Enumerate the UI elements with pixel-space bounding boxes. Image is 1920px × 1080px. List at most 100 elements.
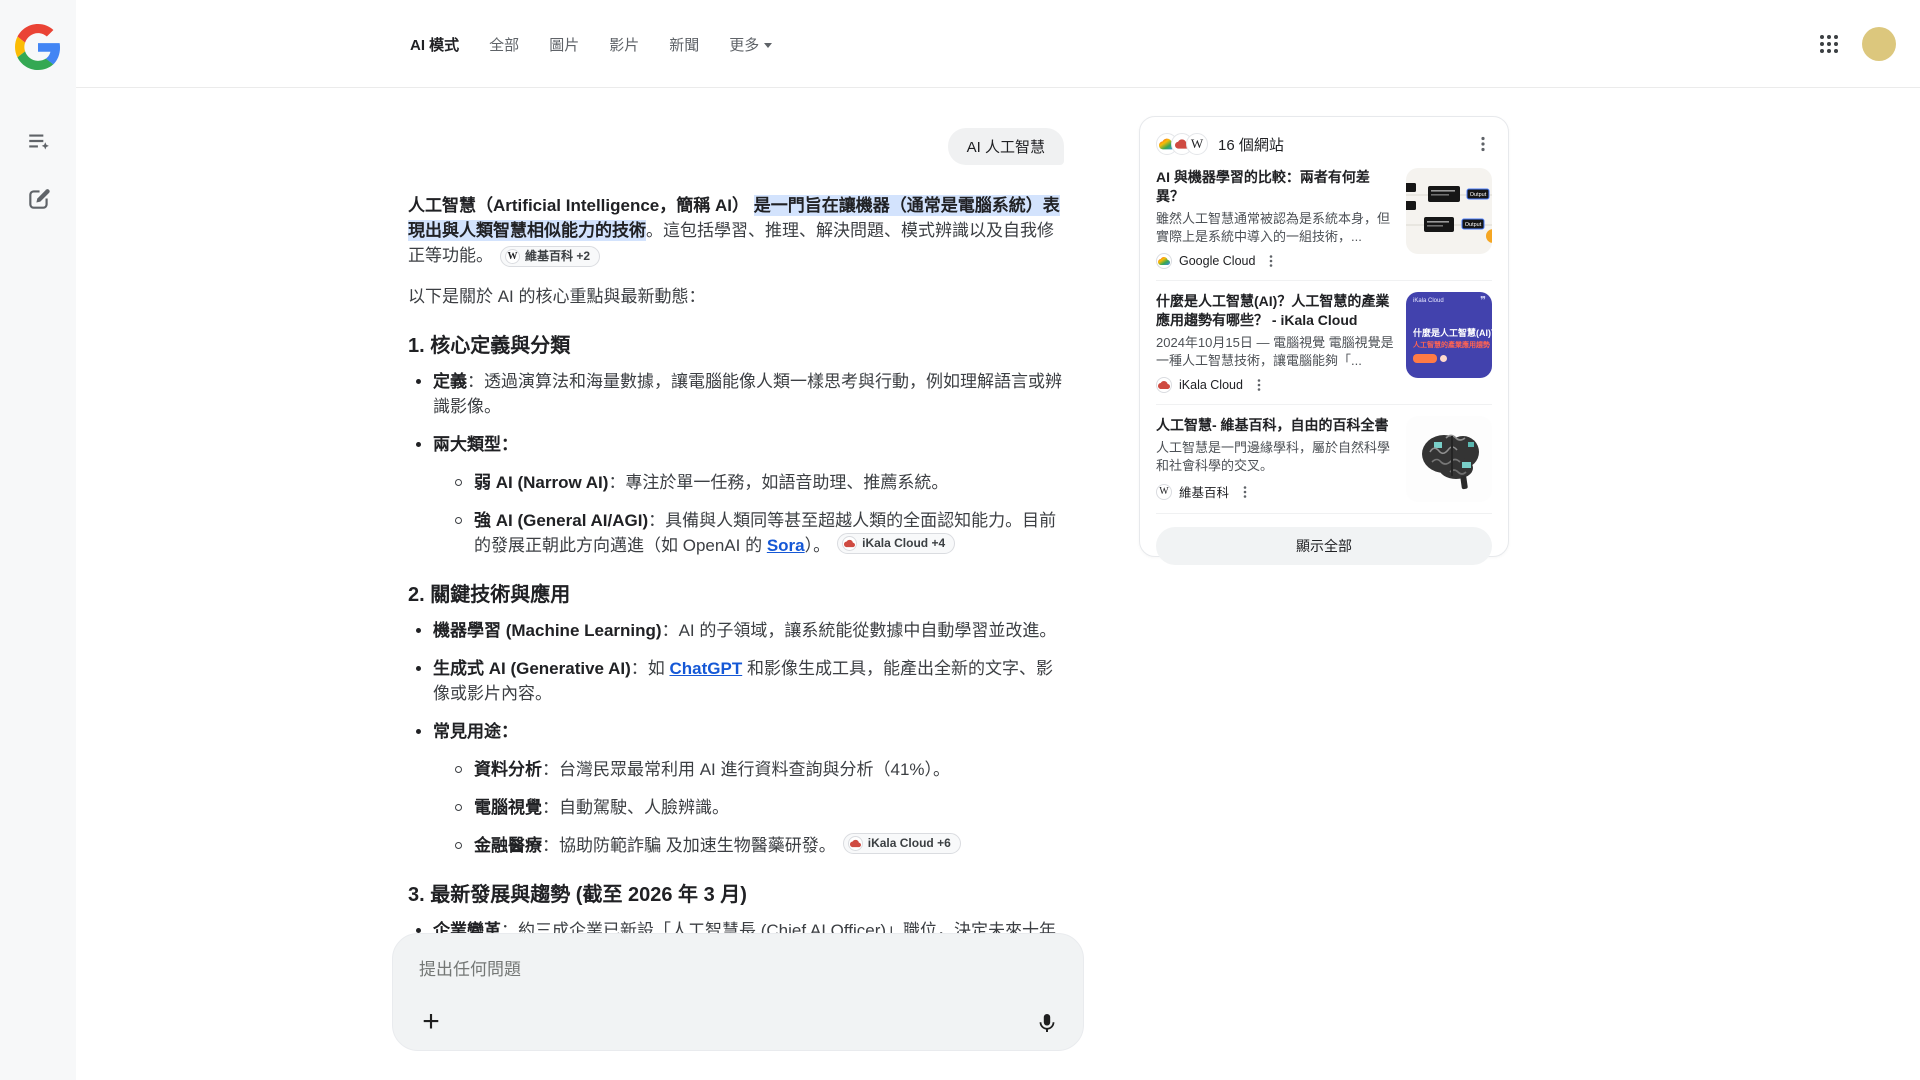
text: ）。 [805, 536, 831, 555]
tab-videos[interactable]: 影片 [609, 34, 639, 55]
text: ：台灣民眾最常利用 AI 進行資料查詢與分析（41%）。 [542, 760, 950, 779]
lead-line: 以下是關於 AI 的核心重點與最新動態： [408, 284, 1064, 309]
avatar[interactable] [1862, 27, 1896, 61]
text: ：如 [631, 659, 670, 678]
tab-all[interactable]: 全部 [489, 34, 519, 55]
thumb-tag [1413, 354, 1437, 363]
citation-label: iKala Cloud +6 [868, 836, 951, 851]
thumb-brand: iKala Cloud [1413, 298, 1444, 304]
tab-more-label: 更多 [729, 34, 759, 55]
source-snippet: 雖然人工智慧通常被認為是系統本身，但實際上是系統中導入的一組技術，... [1156, 210, 1394, 246]
citation-chip-ikala[interactable]: iKala Cloud +6 [843, 833, 961, 854]
ask-placeholder: 提出任何問題 [419, 955, 521, 980]
top-bar: AI 模式 全部 圖片 影片 新聞 更多 [76, 0, 1920, 88]
kebab-menu-icon[interactable] [1474, 135, 1492, 153]
tab-images[interactable]: 圖片 [549, 34, 579, 55]
term: 金融醫療 [474, 836, 542, 855]
search-tabs: AI 模式 全部 圖片 影片 新聞 更多 [410, 0, 772, 88]
term: 弱 AI (Narrow AI) [474, 473, 608, 492]
source-snippet: 人工智慧是一門邊緣學科，屬於自然科學和社會科學的交叉。 [1156, 439, 1394, 475]
thumb-line1: 什麼是人工智慧(AI)？ [1413, 326, 1492, 339]
section-2-title: 2. 關鍵技術與應用 [408, 582, 1064, 608]
citation-chip-wikipedia[interactable]: W 維基百科 +2 [500, 246, 600, 267]
list-item: 定義：透過演算法和海量數據，讓電腦能像人類一樣思考與行動，例如理解語言或辨識影像… [408, 369, 1064, 419]
text: ：自動駕駛、人臉辨識。 [542, 798, 729, 817]
tab-ai-mode[interactable]: AI 模式 [410, 34, 459, 55]
source-name: iKala Cloud [1179, 378, 1243, 392]
list-item: 常見用途： 資料分析：台灣民眾最常利用 AI 進行資料查詢與分析（41%）。 電… [408, 719, 1064, 858]
ai-history-icon[interactable] [26, 128, 52, 154]
google-cloud-favicon [1156, 253, 1172, 269]
term: 常見用途： [433, 722, 518, 741]
site-count: 16 個網站 [1218, 134, 1284, 155]
source-title[interactable]: 人工智慧- 維基百科，自由的百科全書 [1156, 416, 1394, 435]
favicon-stack: W [1156, 133, 1208, 155]
compose-icon[interactable] [26, 186, 52, 212]
kebab-menu-icon[interactable] [1238, 485, 1252, 499]
intro-bold: 人工智慧（Artificial Intelligence，簡稱 AI） [408, 196, 749, 215]
term: 機器學習 (Machine Learning) [433, 621, 662, 640]
list-item: 資料分析：台灣民眾最常利用 AI 進行資料查詢與分析（41%）。 [449, 757, 1064, 782]
source-snippet: 2024年10月15日 — 電腦視覺 電腦視覺是一種人工智慧技術，讓電腦能夠「.… [1156, 334, 1394, 370]
source-thumbnail-ikala[interactable]: iKala Cloud ❞ 什麼是人工智慧(AI)？ 人工智慧的產業應用趨勢 [1406, 292, 1492, 378]
wikipedia-favicon: W [1186, 133, 1208, 155]
left-sidebar [0, 0, 76, 1080]
tab-more[interactable]: 更多 [729, 34, 772, 55]
plus-icon[interactable]: + [417, 1008, 445, 1036]
term: 生成式 AI (Generative AI) [433, 659, 631, 678]
source-thumbnail-diagram[interactable]: Output Output [1406, 168, 1492, 254]
quote-decoration: ❞ [1480, 294, 1486, 307]
thumb-line2: 人工智慧的產業應用趨勢 [1413, 340, 1490, 350]
link-sora[interactable]: Sora [767, 536, 805, 555]
kebab-menu-icon[interactable] [1252, 378, 1266, 392]
list-item: 電腦視覺：自動駕駛、人臉辨識。 [449, 795, 1064, 820]
list-item: 機器學習 (Machine Learning)：AI 的子領域，讓系統能從數據中… [408, 618, 1064, 643]
mic-icon[interactable] [1035, 1011, 1059, 1035]
source-title[interactable]: 什麼是人工智慧(AI)？人工智慧的產業應用趨勢有哪些？ - iKala Clou… [1156, 292, 1394, 330]
citation-chip-ikala[interactable]: iKala Cloud +4 [837, 533, 955, 554]
text: ：協助防範詐騙 及加速生物醫藥研發。 [542, 836, 836, 855]
sources-panel: W 16 個網站 AI 與機器學習的比較：兩者有何差異？ 雖然人工智慧通常被認為… [1139, 116, 1509, 557]
section-3-title: 3. 最新發展與趨勢 (截至 2026 年 3 月) [408, 882, 1064, 908]
ikala-favicon [1156, 377, 1172, 393]
user-query-chip: AI 人工智慧 [948, 128, 1064, 165]
kebab-menu-icon[interactable] [1264, 254, 1278, 268]
intro-paragraph: 人工智慧（Artificial Intelligence，簡稱 AI） 是一門旨… [408, 193, 1064, 268]
term: 強 AI (General AI/AGI) [474, 511, 648, 530]
term: 資料分析 [474, 760, 542, 779]
term: 定義 [433, 372, 467, 391]
source-title[interactable]: AI 與機器學習的比較：兩者有何差異？ [1156, 168, 1394, 206]
source-card[interactable]: 人工智慧- 維基百科，自由的百科全書 人工智慧是一門邊緣學科，屬於自然科學和社會… [1156, 405, 1492, 514]
text: ：透過演算法和海量數據，讓電腦能像人類一樣思考與行動，例如理解語言或辨識影像。 [433, 372, 1062, 416]
svg-text:Output: Output [1465, 222, 1482, 228]
thumb-toggle [1440, 355, 1447, 362]
section-1-title: 1. 核心定義與分類 [408, 333, 1064, 359]
source-card[interactable]: AI 與機器學習的比較：兩者有何差異？ 雖然人工智慧通常被認為是系統本身，但實際… [1156, 157, 1492, 281]
term: 電腦視覺 [474, 798, 542, 817]
ask-input[interactable]: 提出任何問題 + [392, 933, 1084, 1051]
source-name: Google Cloud [1179, 254, 1255, 268]
show-all-button[interactable]: 顯示全部 [1156, 527, 1492, 565]
ikala-favicon [842, 536, 857, 551]
apps-grid-icon[interactable] [1818, 33, 1840, 55]
link-chatgpt[interactable]: ChatGPT [669, 659, 742, 678]
google-logo[interactable] [15, 24, 61, 70]
list-item: 金融醫療：協助防範詐騙 及加速生物醫藥研發。 iKala Cloud +6 [449, 833, 1064, 858]
ikala-favicon [848, 836, 863, 851]
wikipedia-favicon: W [505, 249, 520, 264]
chevron-down-icon [764, 43, 772, 48]
text: ：專注於單一任務，如語音助理、推薦系統。 [608, 473, 948, 492]
source-thumbnail-brain[interactable] [1406, 416, 1492, 502]
svg-text:Output: Output [1470, 192, 1487, 198]
wikipedia-favicon: W [1156, 484, 1172, 500]
text: ：AI 的子領域，讓系統能從數據中自動學習並改進。 [662, 621, 1057, 640]
list-item: 兩大類型： 弱 AI (Narrow AI)：專注於單一任務，如語音助理、推薦系… [408, 432, 1064, 558]
ai-answer: AI 人工智慧 人工智慧（Artificial Intelligence，簡稱 … [408, 110, 1064, 960]
tab-news[interactable]: 新聞 [669, 34, 699, 55]
list-item: 弱 AI (Narrow AI)：專注於單一任務，如語音助理、推薦系統。 [449, 470, 1064, 495]
list-item: 生成式 AI (Generative AI)：如 ChatGPT 和影像生成工具… [408, 656, 1064, 706]
source-card[interactable]: 什麼是人工智慧(AI)？人工智慧的產業應用趨勢有哪些？ - iKala Clou… [1156, 281, 1492, 405]
list-item: 強 AI (General AI/AGI)：具備與人類同等甚至超越人類的全面認知… [449, 508, 1064, 558]
source-name: 維基百科 [1179, 482, 1229, 501]
citation-label: 維基百科 +2 [525, 249, 590, 264]
